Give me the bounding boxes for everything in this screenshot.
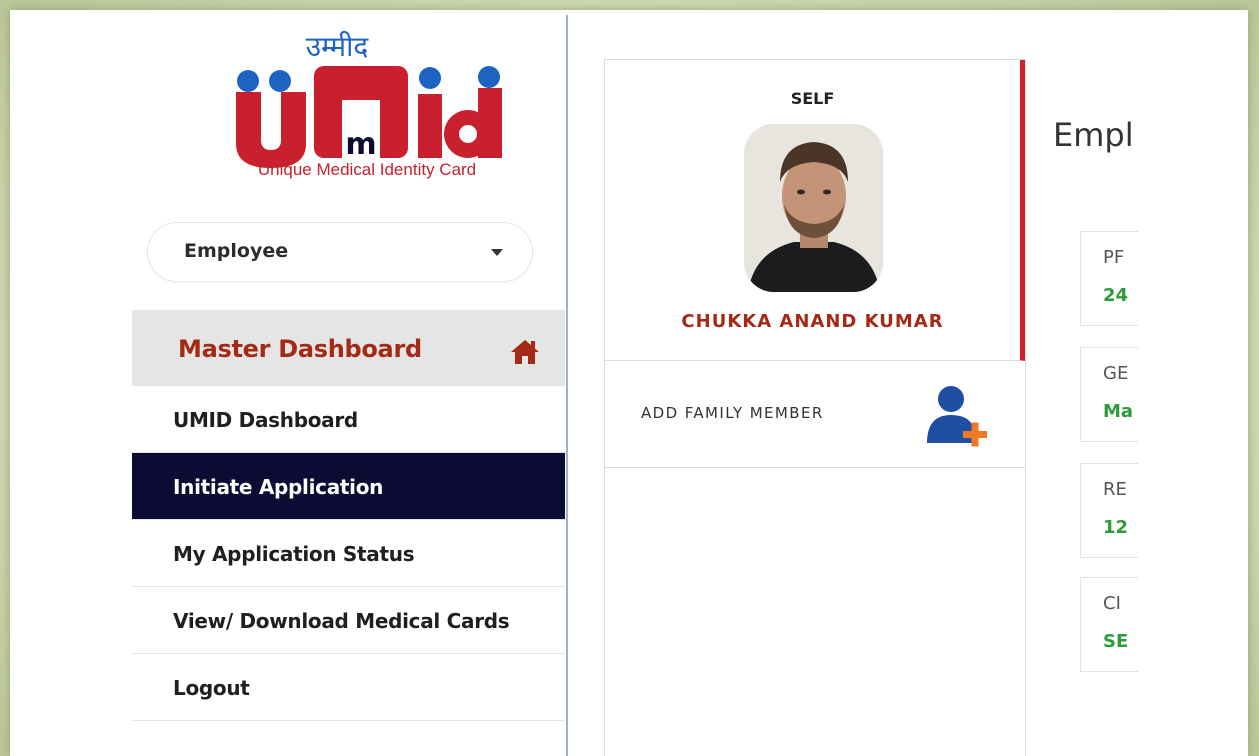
- add-family-member-button[interactable]: ADD FAMILY MEMBER: [605, 361, 1025, 468]
- add-family-member-label: ADD FAMILY MEMBER: [641, 404, 824, 422]
- member-name: CHUKKA ANAND KUMAR: [681, 311, 944, 332]
- logo-tagline: Unique Medical Identity Card: [258, 160, 476, 179]
- nav-item-my-application-status[interactable]: My Application Status: [132, 520, 565, 587]
- role-select[interactable]: Employee: [147, 222, 533, 282]
- nav-item-master-dashboard[interactable]: Master Dashboard: [132, 310, 565, 386]
- detail-value: Ma: [1103, 401, 1134, 422]
- nav-item-label: Initiate Application: [173, 475, 384, 499]
- nav-item-label: My Application Status: [173, 542, 415, 566]
- umid-logo[interactable]: उम्मीद m Unique Medical Identity Card: [222, 22, 512, 190]
- chevron-down-icon: [491, 249, 503, 256]
- nav-item-label: Master Dashboard: [178, 335, 422, 363]
- logo-wordmark-m: m: [345, 127, 376, 162]
- detail-label: GE: [1103, 363, 1129, 384]
- nav-item-umid-dashboard[interactable]: UMID Dashboard: [132, 386, 565, 453]
- member-relation: SELF: [790, 89, 835, 108]
- nav-item-label: View/ Download Medical Cards: [173, 609, 510, 633]
- nav-item-label: UMID Dashboard: [173, 408, 358, 432]
- detail-value: 12: [1103, 517, 1129, 538]
- nav-item-label: Logout: [173, 676, 250, 700]
- detail-value: SE: [1103, 631, 1129, 652]
- detail-value: 24: [1103, 285, 1129, 306]
- role-select-value: Employee: [184, 240, 289, 262]
- app-frame: उम्मीद m Unique Medical Identity Card Em…: [10, 10, 1248, 756]
- detail-label: PF: [1103, 247, 1125, 268]
- nav-item-initiate-application[interactable]: Initiate Application: [132, 453, 565, 520]
- add-user-icon: [923, 381, 989, 452]
- detail-label: RE: [1103, 479, 1127, 500]
- sidebar-nav: Master Dashboard UMID Dashboard Initiate…: [132, 310, 565, 721]
- detail-card: PF 24: [1080, 231, 1138, 326]
- member-card-self[interactable]: SELF CHUKKA ANAND KUMAR: [605, 60, 1025, 361]
- detail-card: CI SE: [1080, 577, 1138, 672]
- logo-hindi-text: उम्मीद: [306, 30, 370, 63]
- avatar: [744, 124, 883, 292]
- detail-card: RE 12: [1080, 463, 1138, 558]
- sidebar-divider: [566, 15, 568, 756]
- details-title: Empl: [1053, 116, 1134, 154]
- nav-item-view-download-medical-cards[interactable]: View/ Download Medical Cards: [132, 587, 565, 654]
- nav-item-logout[interactable]: Logout: [132, 654, 565, 721]
- cropped-area: [1138, 10, 1248, 756]
- detail-card: GE Ma: [1080, 347, 1138, 442]
- member-panel: SELF CHUKKA ANAND KUMAR ADD FAMILY MEMBE…: [604, 59, 1026, 756]
- employee-details: Empl PF 24 GE Ma RE 12 CI SE: [1026, 59, 1138, 756]
- detail-label: CI: [1103, 593, 1121, 614]
- home-icon: [509, 338, 541, 371]
